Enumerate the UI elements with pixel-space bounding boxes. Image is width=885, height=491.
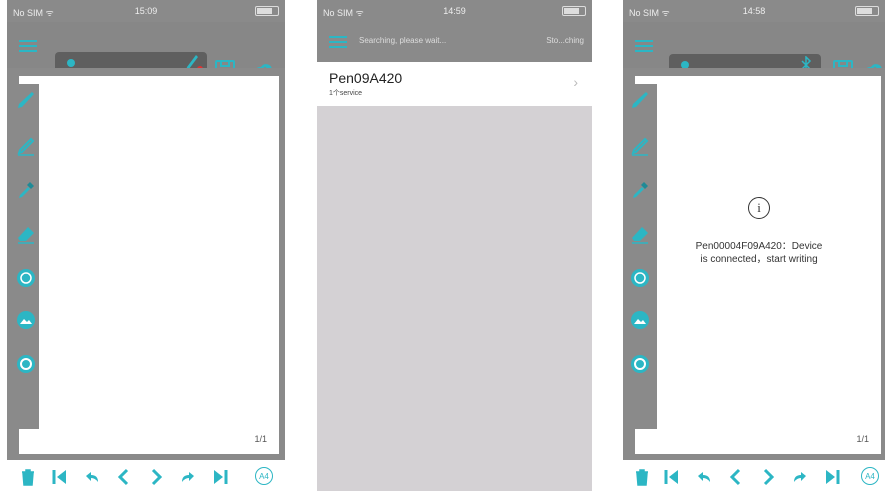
eraser-icon[interactable] (630, 224, 650, 244)
prev-icon[interactable] (115, 468, 133, 486)
circle-tool-icon[interactable] (16, 268, 36, 288)
battery-icon (855, 6, 879, 16)
bottom-toolbar: A4 (623, 462, 885, 491)
battery-icon (562, 6, 586, 16)
target-icon[interactable] (16, 354, 36, 374)
connection-message-line2: is connected，start writing (700, 254, 818, 265)
menu-icon[interactable] (329, 36, 347, 49)
status-bar: No SIM ᯤ 15:09 (7, 0, 285, 22)
battery-icon (255, 6, 279, 16)
next-icon[interactable] (147, 468, 165, 486)
screen-drawing: No SIM ᯤ 15:09 1/1 A4 (7, 0, 285, 491)
device-name: Pen09A420 (329, 70, 403, 86)
redo-icon[interactable] (791, 468, 809, 486)
screen-connected: No SIM ᯤ 14:58 1/1 i Pen00004F09A420：Dev… (623, 0, 885, 491)
pen-icon[interactable] (16, 90, 36, 110)
connection-message-line1: Pen00004F09A420：Device (695, 241, 823, 252)
eraser-icon[interactable] (16, 224, 36, 244)
status-bar: No SIM ᯤ 14:58 (623, 0, 885, 22)
searching-status: Searching, please wait... (359, 36, 447, 45)
search-header: Searching, please wait... Sto...ching (317, 22, 592, 62)
page-number: 1/1 (856, 434, 869, 444)
last-page-icon[interactable] (823, 468, 841, 486)
drawing-canvas[interactable]: 1/1 (19, 76, 279, 454)
paper-size-icon[interactable]: A4 (255, 467, 273, 485)
pen-icon[interactable] (630, 90, 650, 110)
chevron-right-icon: › (573, 74, 578, 90)
first-page-icon[interactable] (51, 468, 69, 486)
eyedropper-icon[interactable] (16, 180, 36, 200)
pencil-icon[interactable] (630, 136, 650, 156)
undo-icon[interactable] (695, 468, 713, 486)
circle-tool-icon[interactable] (630, 268, 650, 288)
clock: 15:09 (134, 6, 158, 16)
device-list-item[interactable]: Pen09A420 1个service › (317, 62, 592, 107)
clock: 14:59 (443, 6, 466, 16)
trash-icon[interactable] (19, 468, 37, 486)
menu-icon[interactable] (635, 40, 653, 53)
screen-device-search: No SIM ᯤ 14:59 Searching, please wait...… (317, 0, 592, 491)
connection-message: Pen00004F09A420：Device is connected，star… (669, 240, 849, 266)
trash-icon[interactable] (633, 468, 651, 486)
device-service-count: 1个service (329, 90, 363, 97)
menu-icon[interactable] (19, 40, 37, 53)
pencil-icon[interactable] (16, 136, 36, 156)
tool-palette (13, 84, 39, 429)
device-list-empty-area (317, 106, 592, 491)
clock: 14:58 (742, 6, 766, 16)
canvas-frame: 1/1 (7, 68, 285, 460)
tool-palette (627, 84, 657, 429)
page-number: 1/1 (254, 434, 267, 444)
eyedropper-icon[interactable] (630, 180, 650, 200)
stop-searching-button[interactable]: Sto...ching (546, 36, 584, 45)
image-icon[interactable] (16, 310, 36, 330)
last-page-icon[interactable] (211, 468, 229, 486)
bottom-toolbar: A4 (7, 462, 285, 491)
undo-icon[interactable] (83, 468, 101, 486)
first-page-icon[interactable] (663, 468, 681, 486)
target-icon[interactable] (630, 354, 650, 374)
prev-icon[interactable] (727, 468, 745, 486)
next-icon[interactable] (759, 468, 777, 486)
status-bar: No SIM ᯤ 14:59 (317, 0, 592, 22)
paper-size-icon[interactable]: A4 (861, 467, 879, 485)
info-icon: i (748, 197, 770, 219)
image-icon[interactable] (630, 310, 650, 330)
redo-icon[interactable] (179, 468, 197, 486)
slider-knob[interactable] (67, 59, 75, 67)
